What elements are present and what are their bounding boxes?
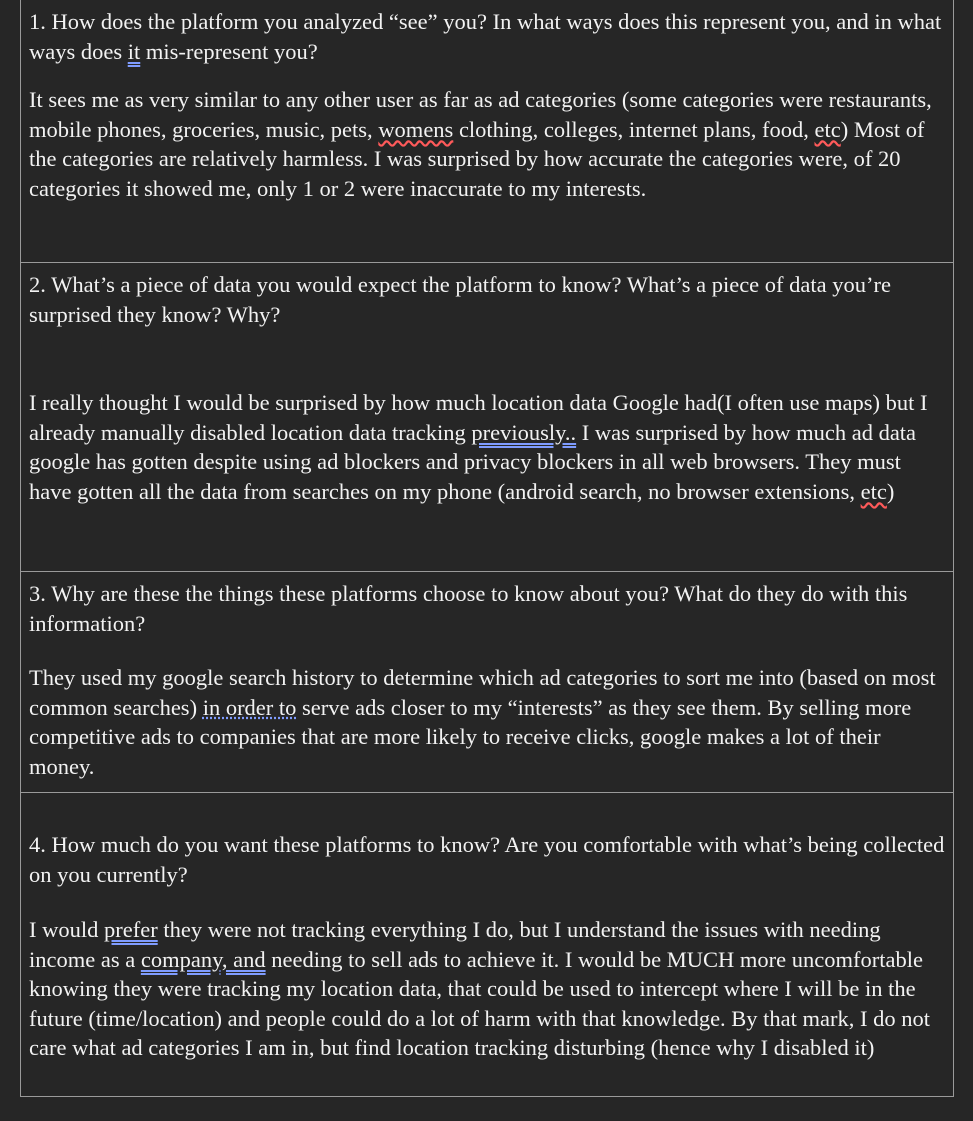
style-flag-in-order-to[interactable]: in order to (203, 695, 297, 720)
answer-2-text: ) (886, 478, 895, 504)
question-4[interactable]: 4. How much do you want these platforms … (29, 830, 945, 889)
spelling-flag-etc[interactable]: etc (861, 479, 887, 504)
spelling-flag-etc[interactable]: etc (814, 117, 840, 142)
section-4: 4. How much do you want these platforms … (21, 792, 953, 1096)
section-3: 3. Why are these the things these platfo… (21, 571, 953, 792)
grammar-flag-previously[interactable]: previously.. (471, 420, 576, 445)
answer-2[interactable]: I really thought I would be surprised by… (29, 388, 945, 506)
grammar-flag-it[interactable]: it (128, 39, 141, 64)
answer-4-text: I would (29, 917, 104, 942)
section-1: 1. How does the platform you analyzed “s… (21, 0, 953, 262)
question-3[interactable]: 3. Why are these the things these platfo… (29, 579, 945, 638)
answer-4[interactable]: I would prefer they were not tracking ev… (29, 915, 945, 1063)
answer-3[interactable]: They used my google search history to de… (29, 663, 945, 781)
question-1[interactable]: 1. How does the platform you analyzed “s… (29, 7, 945, 66)
question-1-text-b: mis-represent you? (140, 38, 318, 64)
document-table: 1. How does the platform you analyzed “s… (20, 0, 954, 1097)
grammar-flag-prefer[interactable]: prefer (104, 917, 158, 942)
spelling-flag-womens[interactable]: womens (378, 117, 453, 142)
answer-1[interactable]: It sees me as very similar to any other … (29, 85, 945, 203)
section-2: 2. What’s a piece of data you would expe… (21, 262, 953, 571)
grammar-flag-company-and[interactable]: company, and (141, 947, 266, 972)
question-2[interactable]: 2. What’s a piece of data you would expe… (29, 270, 945, 329)
answer-1-text: clothing, colleges, internet plans, food… (453, 116, 815, 142)
